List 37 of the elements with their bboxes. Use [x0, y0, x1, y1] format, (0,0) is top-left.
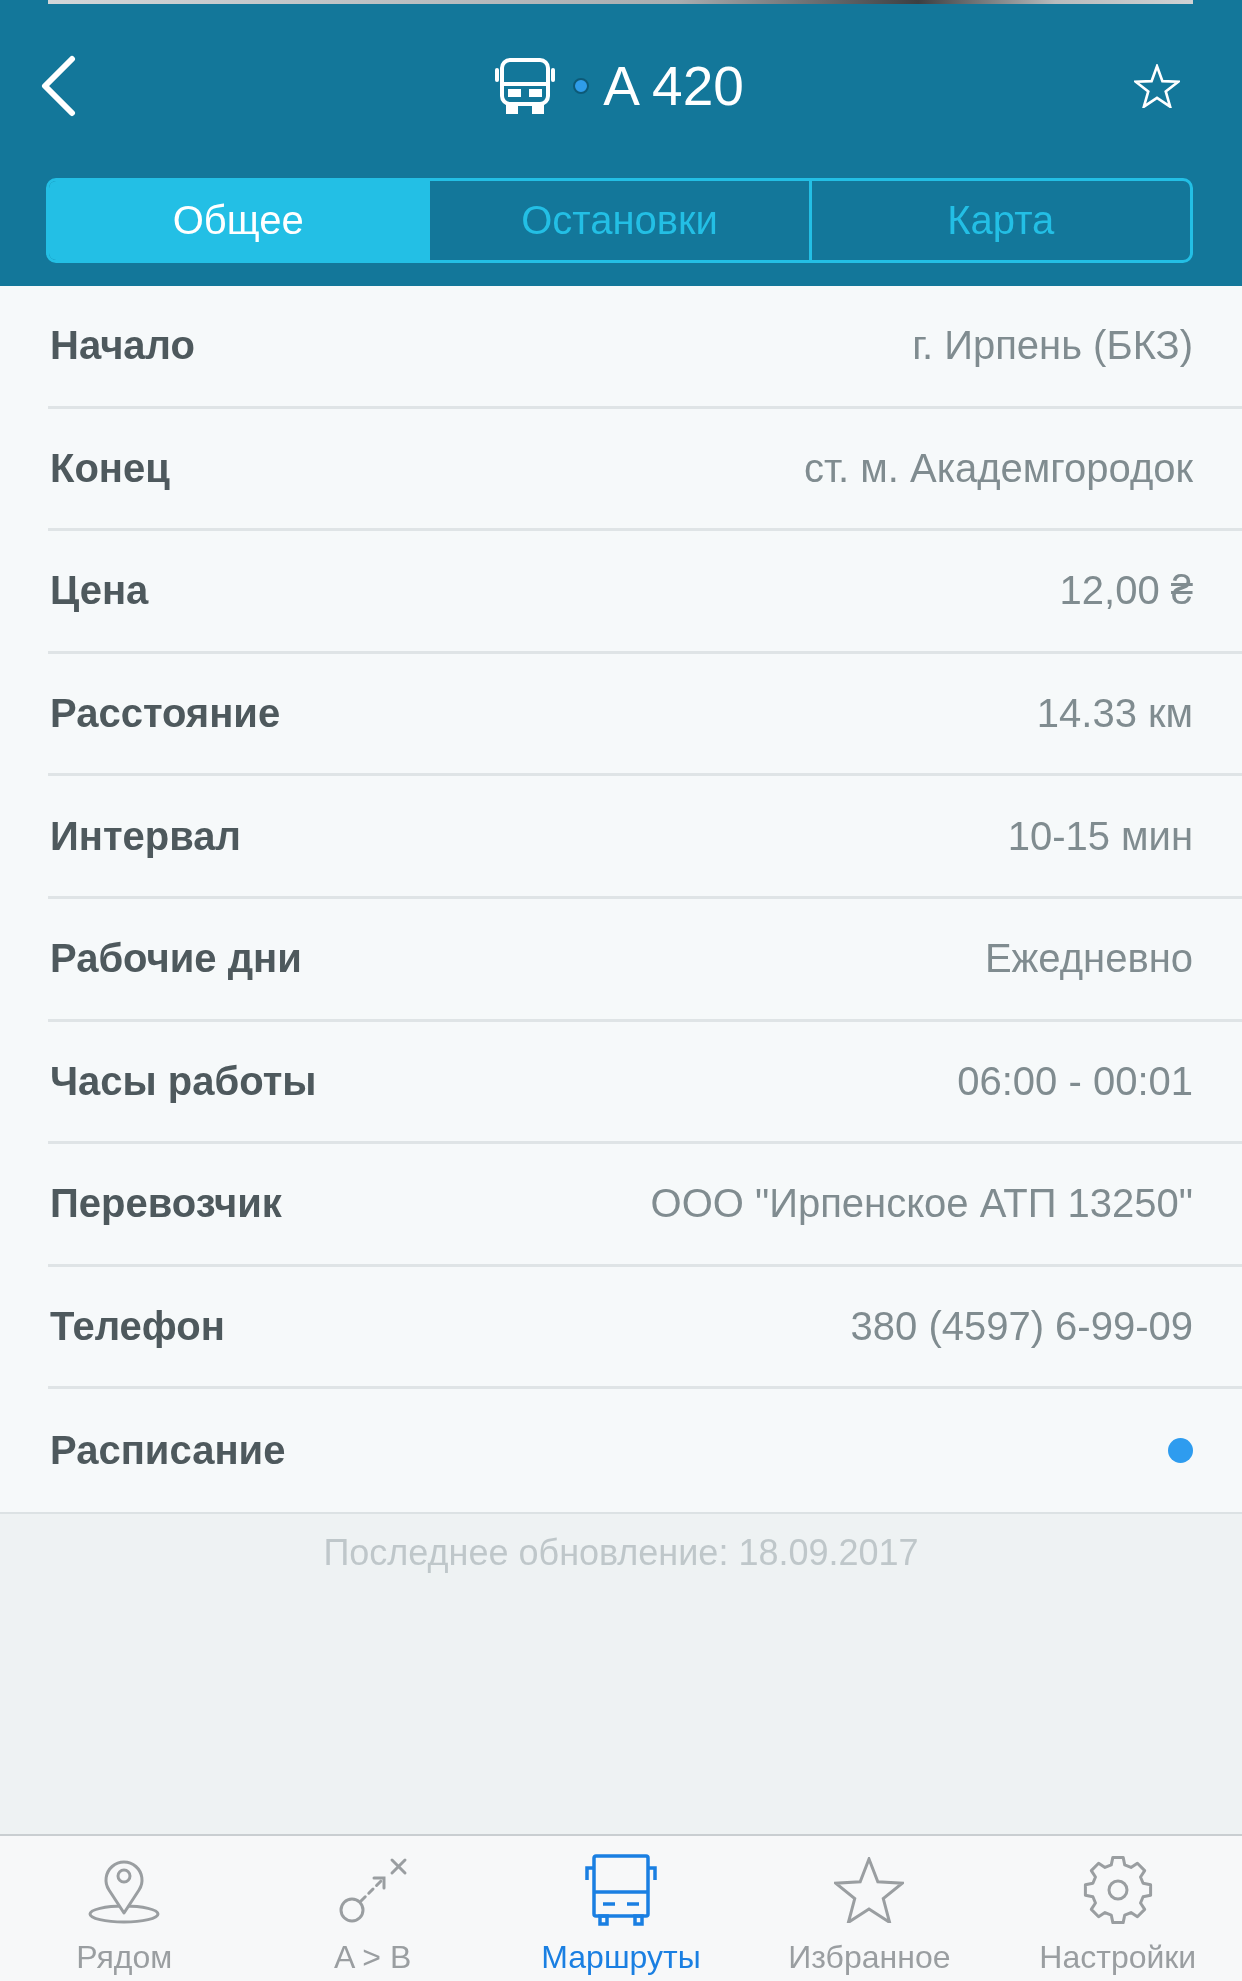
row-label: Телефон	[50, 1304, 225, 1350]
back-icon[interactable]	[40, 55, 76, 117]
row-label: Расписание	[50, 1428, 286, 1474]
row-value: ст. м. Академгородок	[804, 445, 1193, 491]
row-label: Начало	[50, 323, 195, 369]
tab-bar-item[interactable]: Рядом	[0, 1836, 249, 1981]
status-dot-icon	[1168, 1438, 1193, 1464]
tab-bar-item[interactable]: A > B	[248, 1836, 497, 1981]
row-value: 14.33 км	[1036, 691, 1193, 737]
segment-tab[interactable]: Остановки	[427, 181, 809, 260]
row-value: г. Ирпень (БКЗ)	[912, 323, 1193, 369]
tab-bar-item[interactable]: Настройки	[993, 1836, 1242, 1981]
row-label: Часы работы	[50, 1058, 317, 1104]
row-value: Ежедневно	[984, 936, 1193, 982]
row-value: 12,00 ₴	[1059, 568, 1193, 614]
segment-tab[interactable]: Общее	[49, 181, 428, 260]
route-icon	[337, 1856, 408, 1924]
row-value: 06:00 - 00:01	[957, 1058, 1193, 1104]
row-label: Интервал	[50, 813, 241, 859]
star-icon[interactable]	[1134, 64, 1180, 108]
row-label: Цена	[50, 568, 149, 614]
row-label: Рабочие дни	[50, 936, 302, 982]
route-title: A 420	[603, 55, 744, 117]
row-label: Конец	[50, 445, 170, 491]
settings-icon	[1082, 1855, 1153, 1925]
bus-icon	[495, 58, 556, 114]
bus-icon	[585, 1854, 657, 1926]
row-value: ООО "Ирпенское АТП 13250"	[650, 1181, 1193, 1227]
dot-icon	[573, 78, 590, 94]
row-value: 10-15 мин	[1007, 813, 1193, 859]
star-icon	[834, 1857, 905, 1923]
row-label: Перевозчик	[50, 1181, 282, 1227]
segment-tab[interactable]: Карта	[808, 181, 1190, 260]
row-label: Расстояние	[50, 691, 281, 737]
row-value: 380 (4597) 6-99-09	[850, 1304, 1193, 1350]
tab-bar-item[interactable]: Маршруты	[496, 1836, 746, 1981]
tab-bar-item[interactable]: Избранное	[745, 1836, 994, 1981]
